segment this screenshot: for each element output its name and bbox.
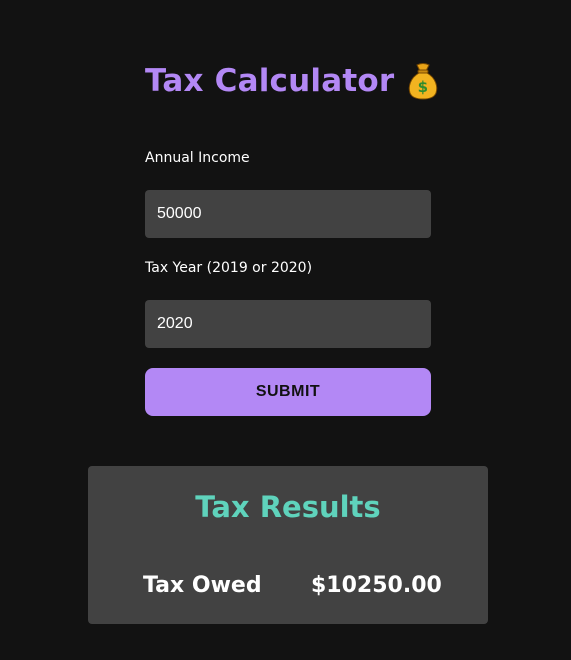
money-bag-icon: $ bbox=[406, 62, 440, 100]
income-input[interactable] bbox=[145, 190, 431, 238]
tax-year-label: Tax Year (2019 or 2020) bbox=[145, 260, 313, 276]
results-title: Tax Results bbox=[195, 490, 381, 524]
submit-button[interactable]: SUBMIT bbox=[145, 368, 431, 416]
tax-year-input[interactable] bbox=[145, 300, 431, 348]
tax-owed-value: $10250.00 bbox=[311, 573, 442, 598]
tax-calculator-page: Tax Calculator $ Annual Income Tax Year … bbox=[0, 0, 571, 660]
page-title-text: Tax Calculator bbox=[145, 63, 395, 99]
tax-owed-label: Tax Owed bbox=[143, 573, 262, 598]
income-label: Annual Income bbox=[145, 150, 250, 166]
svg-text:$: $ bbox=[418, 78, 429, 96]
page-title: Tax Calculator $ bbox=[145, 58, 440, 104]
results-panel: Tax Results Tax Owed $10250.00 bbox=[88, 466, 488, 624]
